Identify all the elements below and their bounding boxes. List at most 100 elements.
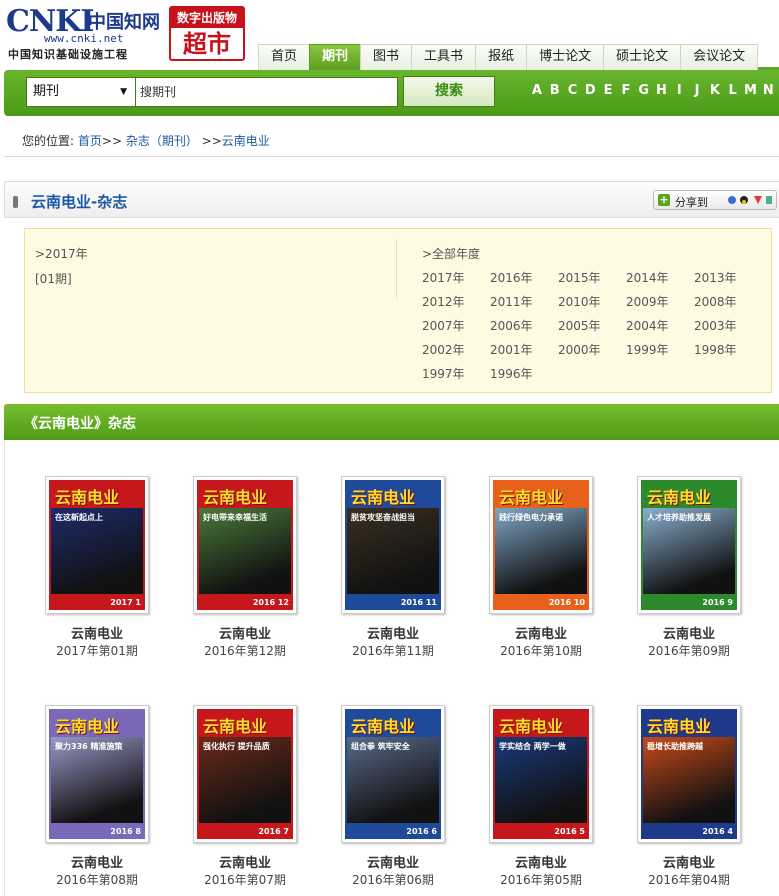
cover-slogan: 稳增长助推跨越 — [647, 742, 703, 751]
search-input[interactable]: 搜期刊 — [135, 77, 398, 107]
cover-image: 云南电业 强化执行 提升品质 2016 7 — [197, 709, 293, 839]
issue-cover[interactable]: 云南电业 组合拳 筑牢安全 2016 6 — [341, 705, 445, 843]
issue-date[interactable]: 2017年第01期 — [25, 642, 169, 659]
year-link[interactable]: 2011年 — [490, 294, 558, 310]
cover-slogan: 组合拳 筑牢安全 — [351, 742, 410, 751]
logo-subtitle: 中国知识基础设施工程 — [8, 48, 128, 61]
issue-cover[interactable]: 云南电业 在这新起点上 2017 1 — [45, 476, 149, 614]
year-link[interactable]: 2008年 — [694, 294, 762, 310]
issue-name[interactable]: 云南电业 — [173, 852, 317, 871]
alpha-link[interactable]: E — [599, 83, 617, 98]
year-link[interactable]: 2017年 — [422, 270, 490, 286]
alpha-link[interactable]: B — [546, 83, 564, 98]
year-divider — [396, 239, 397, 299]
cover-slogan: 践行绿色电力承诺 — [499, 513, 563, 522]
alpha-link[interactable]: J — [688, 83, 706, 98]
alpha-link[interactable]: G — [635, 83, 653, 98]
alpha-link[interactable]: N — [759, 83, 777, 98]
tab-4[interactable]: 报纸 — [475, 44, 528, 70]
breadcrumb-current-link[interactable]: 云南电业 — [222, 134, 270, 148]
issue-cover[interactable]: 云南电业 好电带来幸福生活 2016 12 — [193, 476, 297, 614]
issue-name[interactable]: 云南电业 — [617, 623, 761, 642]
issue-date[interactable]: 2016年第09期 — [617, 642, 761, 659]
tab-6[interactable]: 硕士论文 — [603, 44, 682, 70]
year-link[interactable]: 1996年 — [490, 366, 558, 382]
current-year-label[interactable]: >2017年 — [35, 245, 88, 262]
issue-name[interactable]: 云南电业 — [469, 852, 613, 871]
issue-date[interactable]: 2016年第07期 — [173, 871, 317, 888]
year-link[interactable]: 2000年 — [558, 342, 626, 358]
issue-name[interactable]: 云南电业 — [25, 852, 169, 871]
digital-publication-market-badge[interactable]: 数字出版物 超市 — [169, 6, 245, 61]
year-link[interactable]: 2006年 — [490, 318, 558, 334]
year-link[interactable]: 2001年 — [490, 342, 558, 358]
search-button[interactable]: 搜索 — [403, 76, 495, 107]
issue-name[interactable]: 云南电业 — [469, 623, 613, 642]
year-link[interactable]: 2005年 — [558, 318, 626, 334]
tab-7[interactable]: 会议论文 — [680, 44, 759, 70]
year-link[interactable]: 1997年 — [422, 366, 490, 382]
year-link[interactable]: 2015年 — [558, 270, 626, 286]
issue-date[interactable]: 2016年第10期 — [469, 642, 613, 659]
alpha-link[interactable]: C — [564, 83, 582, 98]
journal-title: 云南电业-杂志 — [31, 193, 128, 211]
issue-date[interactable]: 2016年第08期 — [25, 871, 169, 888]
issue-name[interactable]: 云南电业 — [25, 623, 169, 642]
breadcrumb-home-link[interactable]: 首页 — [78, 134, 102, 148]
cover-issue-number: 2016 9 — [702, 598, 733, 607]
year-link[interactable]: 2004年 — [626, 318, 694, 334]
search-type-select[interactable]: 期刊 ▼ — [26, 77, 136, 107]
issue-cover[interactable]: 云南电业 学实结合 两学一做 2016 5 — [489, 705, 593, 843]
issue-cover[interactable]: 云南电业 践行绿色电力承诺 2016 10 — [489, 476, 593, 614]
cover-image: 云南电业 稳增长助推跨越 2016 4 — [641, 709, 737, 839]
alpha-link[interactable]: K — [706, 83, 724, 98]
tab-2[interactable]: 图书 — [360, 44, 413, 70]
issue-name[interactable]: 云南电业 — [321, 623, 465, 642]
issue-cover[interactable]: 云南电业 强化执行 提升品质 2016 7 — [193, 705, 297, 843]
issue-date[interactable]: 2016年第11期 — [321, 642, 465, 659]
year-link[interactable]: 2003年 — [694, 318, 762, 334]
issue-cover[interactable]: 云南电业 聚力336 精准施策 2016 8 — [45, 705, 149, 843]
tab-1[interactable]: 期刊 — [309, 44, 362, 70]
main-nav: 首页 期刊 图书 工具书 报纸 博士论文 硕士论文 会议论文 — [258, 44, 779, 70]
issue-name[interactable]: 云南电业 — [321, 852, 465, 871]
issue-date[interactable]: 2016年第06期 — [321, 871, 465, 888]
alpha-link[interactable]: L — [724, 83, 742, 98]
year-link[interactable]: 2014年 — [626, 270, 694, 286]
cover-image: 云南电业 好电带来幸福生活 2016 12 — [197, 480, 293, 610]
alpha-link[interactable]: D — [581, 83, 599, 98]
tab-3[interactable]: 工具书 — [411, 44, 477, 70]
cnki-logo[interactable]: CNKI 中国知网 www.cnki.net 中国知识基础设施工程 — [6, 4, 166, 62]
year-link[interactable]: 2009年 — [626, 294, 694, 310]
alpha-link[interactable]: H — [653, 83, 671, 98]
year-link[interactable]: 1999年 — [626, 342, 694, 358]
year-link[interactable]: 2010年 — [558, 294, 626, 310]
issue-name[interactable]: 云南电业 — [617, 852, 761, 871]
issue-name[interactable]: 云南电业 — [173, 623, 317, 642]
tab-0[interactable]: 首页 — [258, 44, 311, 70]
all-years-label[interactable]: >全部年度 — [422, 245, 762, 262]
year-link[interactable]: 2012年 — [422, 294, 490, 310]
year-link[interactable]: 2002年 — [422, 342, 490, 358]
tab-5[interactable]: 博士论文 — [526, 44, 605, 70]
year-link[interactable]: 2016年 — [490, 270, 558, 286]
year-link[interactable]: 2013年 — [694, 270, 762, 286]
alpha-link[interactable]: M — [742, 83, 760, 98]
cover-slogan: 学实结合 两学一做 — [499, 742, 566, 751]
share-button[interactable]: + 分享到 — [653, 190, 777, 210]
issue-date[interactable]: 2016年第04期 — [617, 871, 761, 888]
issue-cover[interactable]: 云南电业 稳增长助推跨越 2016 4 — [637, 705, 741, 843]
alpha-link[interactable]: I — [670, 83, 688, 98]
issue-date[interactable]: 2016年第12期 — [173, 642, 317, 659]
issue-cover[interactable]: 云南电业 脱贫攻坚奋战担当 2016 11 — [341, 476, 445, 614]
breadcrumb-journals-link[interactable]: 杂志（期刊） — [126, 134, 198, 148]
issue-cover[interactable]: 云南电业 人才培养助推发展 2016 9 — [637, 476, 741, 614]
alpha-link[interactable]: F — [617, 83, 635, 98]
year-link[interactable]: 2007年 — [422, 318, 490, 334]
current-issue-link[interactable]: [01期] — [35, 270, 88, 287]
alpha-link[interactable]: A — [528, 83, 546, 98]
year-link[interactable]: 1998年 — [694, 342, 762, 358]
search-type-value: 期刊 — [33, 84, 60, 99]
issue-date[interactable]: 2016年第05期 — [469, 871, 613, 888]
site-header: CNKI 中国知网 www.cnki.net 中国知识基础设施工程 数字出版物 … — [0, 0, 779, 70]
